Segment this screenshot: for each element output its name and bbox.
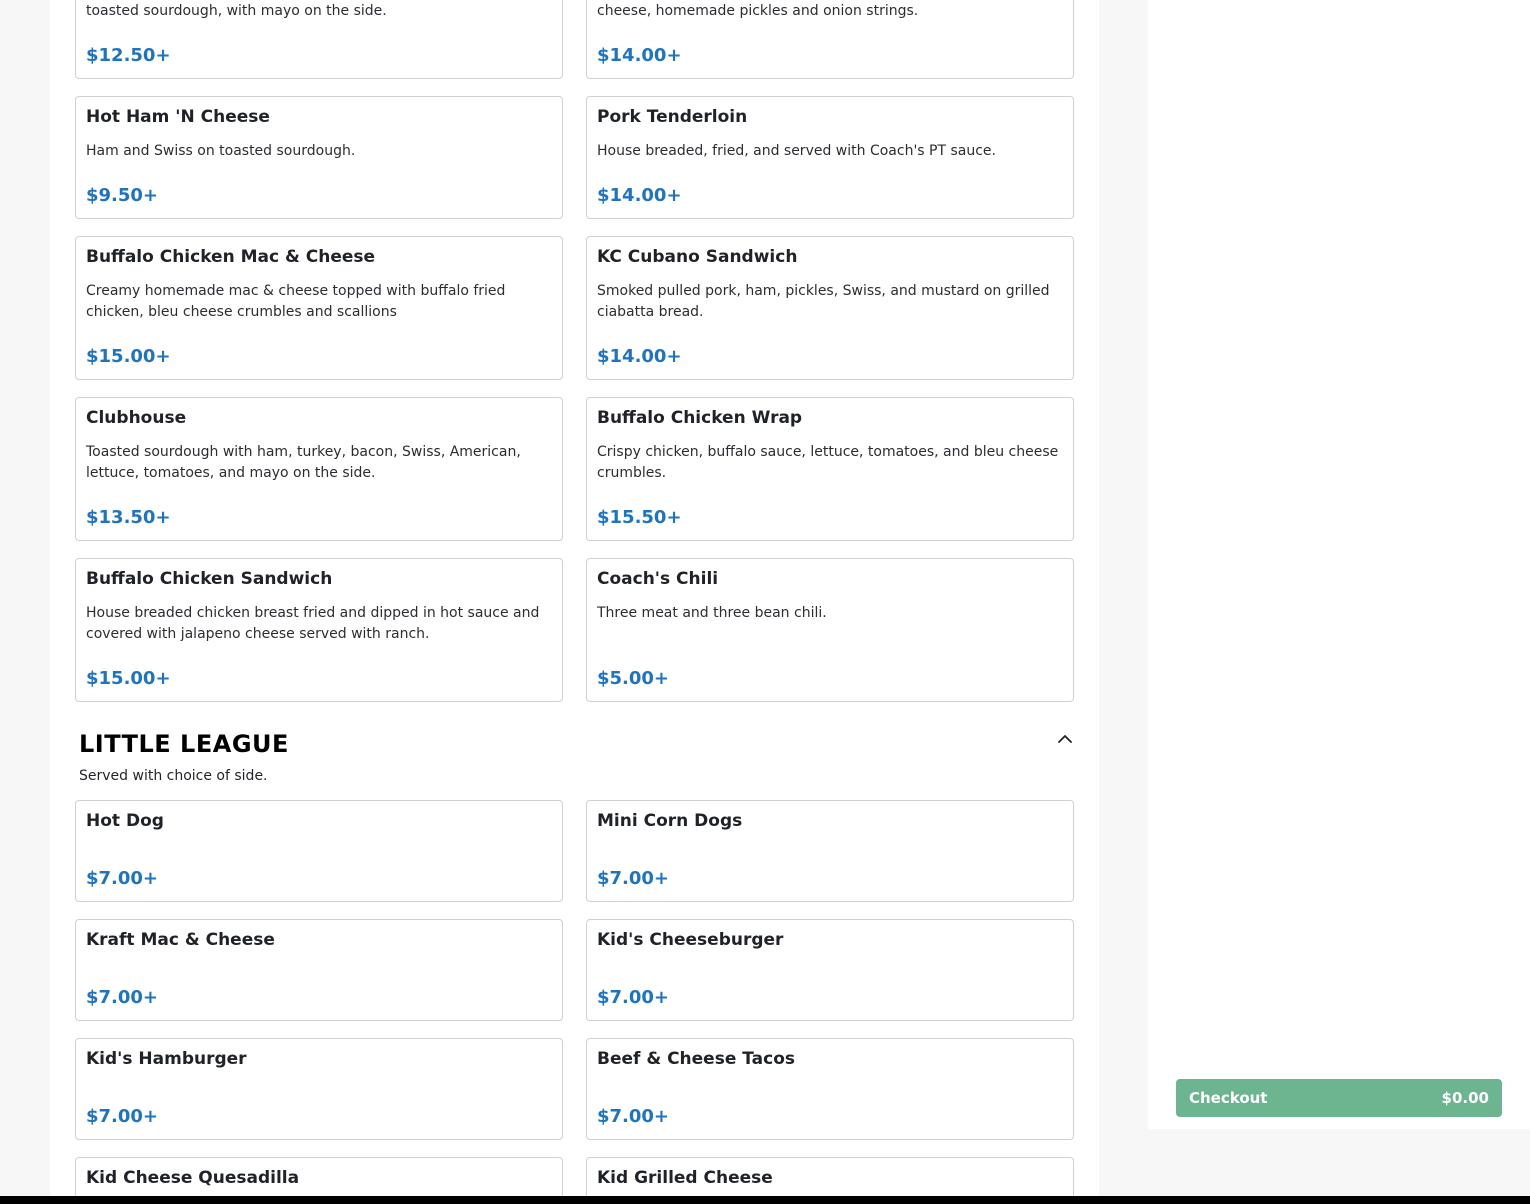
section-title: LITTLE LEAGUE [79,730,289,758]
menu-item-price: $15.00+ [86,668,171,689]
menu-item-description: Creamy homemade mac & cheese topped with… [86,283,506,320]
menu-item-name: Pork Tenderloin [597,107,748,127]
menu-item-price: $14.00+ [597,185,682,206]
menu-item-price: $14.00+ [597,45,682,66]
menu-item-name: Kid Grilled Cheese [597,1168,773,1188]
menu-item-name: Kid's Cheeseburger [597,930,784,950]
menu-item-card[interactable]: Mini Corn Dogs $7.00+ [586,800,1074,902]
menu-item-name: Beef & Cheese Tacos [597,1049,796,1069]
menu-item-price: $7.00+ [86,987,159,1008]
menu-panel: toasted sourdough, with mayo on the side… [50,0,1099,1204]
menu-item-card[interactable]: Pork Tenderloin House breaded, fried, an… [586,96,1074,219]
menu-item-price: $9.50+ [86,185,159,206]
menu-item-name: Coach's Chili [597,569,719,589]
menu-item-price: $12.50+ [86,45,171,66]
menu-item-card[interactable]: Hot Ham 'N Cheese Ham and Swiss on toast… [75,96,563,219]
menu-item-description: House breaded, fried, and served with Co… [597,143,996,159]
menu-item-name: KC Cubano Sandwich [597,247,798,267]
chevron-up-icon [1058,734,1072,743]
menu-item-card[interactable]: Buffalo Chicken Sandwich House breaded c… [75,558,563,702]
menu-item-card[interactable]: Buffalo Chicken Mac & Cheese Creamy home… [75,236,563,380]
menu-item-price: $7.00+ [86,868,159,889]
menu-item-price: $13.50+ [86,507,171,528]
menu-item-name: Kraft Mac & Cheese [86,930,275,950]
menu-item-price: $7.00+ [597,1106,670,1127]
menu-item-description: Smoked pulled pork, ham, pickles, Swiss,… [597,283,1050,320]
menu-item-card[interactable]: Buffalo Chicken Wrap Crispy chicken, buf… [586,397,1074,541]
menu-item-price: $7.00+ [86,1106,159,1127]
checkout-total: $0.00 [1441,1089,1489,1107]
menu-item-card[interactable]: Kid's Hamburger $7.00+ [75,1038,563,1140]
menu-item-name: Clubhouse [86,408,187,428]
menu-item-card[interactable]: toasted sourdough, with mayo on the side… [75,0,563,79]
menu-item-price: $5.00+ [597,668,670,689]
menu-item-card[interactable]: Beef & Cheese Tacos $7.00+ [586,1038,1074,1140]
checkout-label: Checkout [1189,1089,1268,1107]
menu-item-description: cheese, homemade pickles and onion strin… [597,3,919,19]
menu-item-card[interactable]: Kid's Cheeseburger $7.00+ [586,919,1074,1021]
section-subtitle: Served with choice of side. [79,768,268,784]
menu-item-description: House breaded chicken breast fried and d… [86,605,540,642]
menu-item-card[interactable]: Coach's Chili Three meat and three bean … [586,558,1074,702]
cart-panel [1148,0,1530,1129]
section-collapse-button[interactable] [1054,728,1076,748]
menu-item-card[interactable]: Kraft Mac & Cheese $7.00+ [75,919,563,1021]
menu-item-price: $7.00+ [597,987,670,1008]
menu-item-price: $15.50+ [597,507,682,528]
menu-item-name: Hot Dog [86,811,164,831]
menu-item-card[interactable]: Hot Dog $7.00+ [75,800,563,902]
menu-item-price: $15.00+ [86,346,171,367]
menu-item-card[interactable]: cheese, homemade pickles and onion strin… [586,0,1074,79]
menu-item-name: Hot Ham 'N Cheese [86,107,270,127]
menu-item-description: Crispy chicken, buffalo sauce, lettuce, … [597,444,1059,481]
menu-item-price: $14.00+ [597,346,682,367]
menu-item-name: Mini Corn Dogs [597,811,743,831]
menu-item-name: Buffalo Chicken Wrap [597,408,803,428]
menu-item-name: Kid's Hamburger [86,1049,247,1069]
menu-item-name: Buffalo Chicken Mac & Cheese [86,247,376,267]
bottom-bar [0,1196,1530,1204]
menu-item-description: Toasted sourdough with ham, turkey, baco… [86,444,521,481]
menu-item-card[interactable]: Clubhouse Toasted sourdough with ham, tu… [75,397,563,541]
menu-item-price: $7.00+ [597,868,670,889]
menu-item-name: Buffalo Chicken Sandwich [86,569,333,589]
menu-item-description: Ham and Swiss on toasted sourdough. [86,143,356,159]
menu-item-description: Three meat and three bean chili. [597,605,827,621]
menu-item-description: toasted sourdough, with mayo on the side… [86,3,387,19]
menu-item-card[interactable]: KC Cubano Sandwich Smoked pulled pork, h… [586,236,1074,380]
menu-item-name: Kid Cheese Quesadilla [86,1168,300,1188]
checkout-button[interactable]: Checkout $0.00 [1176,1079,1502,1117]
